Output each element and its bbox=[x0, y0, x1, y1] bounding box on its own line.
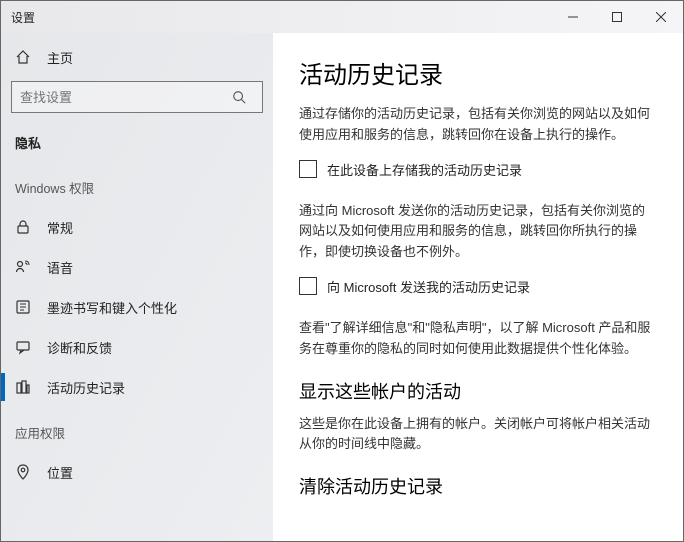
nav-diagnostics[interactable]: 诊断和反馈 bbox=[1, 327, 273, 367]
checkbox-label: 向 Microsoft 发送我的活动历史记录 bbox=[327, 277, 530, 296]
store-locally-checkbox[interactable]: 在此设备上存储我的活动历史记录 bbox=[299, 160, 657, 179]
nav-label: 语音 bbox=[47, 258, 73, 277]
titlebar: 设置 bbox=[1, 1, 683, 33]
nav-label: 常规 bbox=[47, 218, 73, 237]
sidebar: 主页 隐私 Windows 权限 常规 bbox=[1, 33, 273, 541]
nav-label: 墨迹书写和键入个性化 bbox=[47, 298, 177, 317]
checkbox-label: 在此设备上存储我的活动历史记录 bbox=[327, 160, 522, 179]
clear-heading: 清除活动历史记录 bbox=[299, 473, 657, 499]
home-nav[interactable]: 主页 bbox=[1, 37, 273, 77]
nav-label: 诊断和反馈 bbox=[47, 338, 112, 357]
checkbox-box bbox=[299, 160, 317, 178]
home-label: 主页 bbox=[47, 48, 73, 67]
nav-general[interactable]: 常规 bbox=[1, 207, 273, 247]
location-icon bbox=[15, 464, 31, 480]
nav-inking[interactable]: 墨迹书写和键入个性化 bbox=[1, 287, 273, 327]
nav-speech[interactable]: 语音 bbox=[1, 247, 273, 287]
nav-label: 位置 bbox=[47, 463, 73, 482]
group-windows-permissions: Windows 权限 bbox=[1, 172, 273, 207]
accounts-heading: 显示这些帐户的活动 bbox=[299, 378, 657, 404]
nav-group-1: 常规 语音 墨迹书写和键入个性化 bbox=[1, 207, 273, 407]
window-title: 设置 bbox=[1, 9, 35, 26]
inking-icon bbox=[15, 299, 31, 315]
nav-label: 活动历史记录 bbox=[47, 378, 125, 397]
close-button[interactable] bbox=[639, 1, 683, 33]
group-app-permissions: 应用权限 bbox=[1, 417, 273, 452]
maximize-button[interactable] bbox=[595, 1, 639, 33]
window-body: 主页 隐私 Windows 权限 常规 bbox=[1, 33, 683, 541]
window-controls bbox=[551, 1, 683, 33]
home-icon bbox=[15, 49, 31, 65]
privacy-text: 查看"了解详细信息"和"隐私声明"，以了解 Microsoft 产品和服务在尊重… bbox=[299, 318, 657, 360]
search-icon bbox=[232, 90, 262, 104]
minimize-button[interactable] bbox=[551, 1, 595, 33]
nav-location[interactable]: 位置 bbox=[1, 452, 273, 492]
speech-icon bbox=[15, 259, 31, 275]
search-input[interactable] bbox=[12, 82, 232, 112]
page-title: 活动历史记录 bbox=[299, 55, 657, 90]
category-label: 隐私 bbox=[1, 127, 273, 162]
nav-group-2: 位置 bbox=[1, 452, 273, 492]
feedback-icon bbox=[15, 339, 31, 355]
lock-icon bbox=[15, 219, 31, 235]
send-microsoft-checkbox[interactable]: 向 Microsoft 发送我的活动历史记录 bbox=[299, 277, 657, 296]
send-ms-text: 通过向 Microsoft 发送你的活动历史记录，包括有关你浏览的网站以及如何使… bbox=[299, 201, 657, 263]
content-area: 活动历史记录 通过存储你的活动历史记录，包括有关你浏览的网站以及如何使用应用和服… bbox=[273, 33, 683, 541]
history-icon bbox=[15, 379, 31, 395]
accounts-text: 这些是你在此设备上拥有的帐户。关闭帐户可将帐户相关活动从你的时间线中隐藏。 bbox=[299, 414, 657, 456]
checkbox-box bbox=[299, 277, 317, 295]
search-box[interactable] bbox=[11, 81, 263, 113]
nav-activity-history[interactable]: 活动历史记录 bbox=[1, 367, 273, 407]
settings-window: 设置 主页 bbox=[0, 0, 684, 542]
intro-text: 通过存储你的活动历史记录，包括有关你浏览的网站以及如何使用应用和服务的信息，跳转… bbox=[299, 104, 657, 146]
